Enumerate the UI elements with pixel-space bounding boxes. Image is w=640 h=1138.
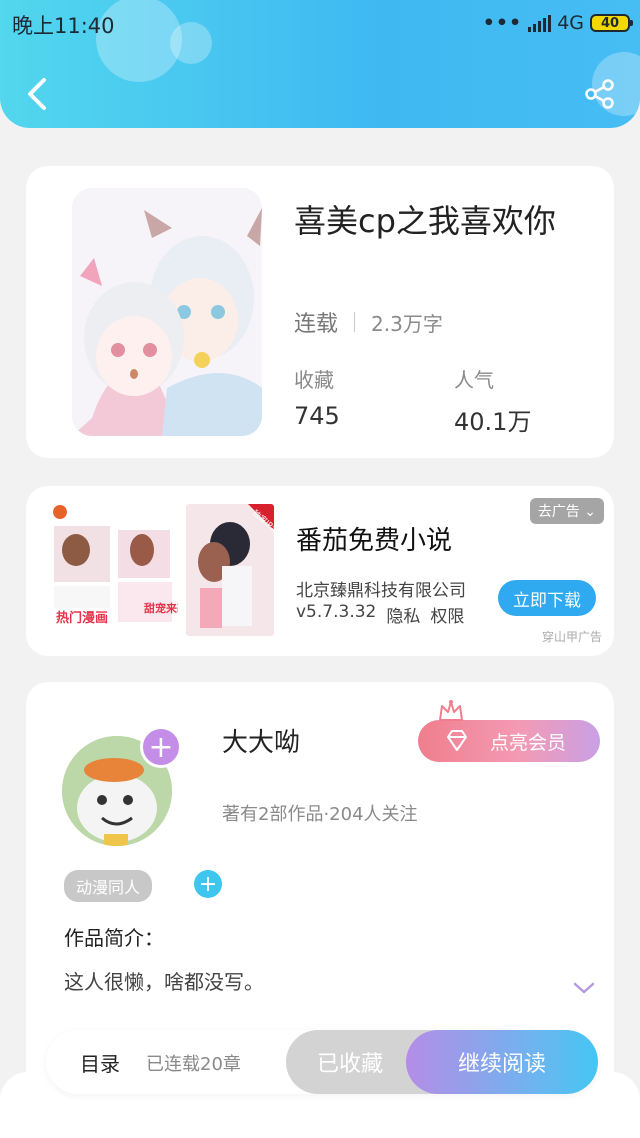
ad-meta: v5.7.3.32 隐私 权限 bbox=[296, 602, 464, 627]
intro-text: 这人很懒，啥都没写。 bbox=[64, 970, 264, 994]
word-count: 2.3万字 bbox=[371, 311, 443, 336]
battery-icon: 40 bbox=[590, 14, 633, 32]
remove-ad-label: 去广告 bbox=[537, 504, 580, 520]
popularity-label: 人气 bbox=[454, 368, 494, 392]
chevron-down-icon: ⌄ bbox=[584, 504, 596, 520]
add-tag-icon[interactable]: + bbox=[194, 870, 222, 898]
ad-permissions-link[interactable]: 权限 bbox=[430, 602, 464, 627]
ad-thumbnail-romance[interactable]: 独家IP漫画 bbox=[186, 504, 274, 636]
popularity-value: 40.1万 bbox=[454, 408, 532, 436]
author-name: 大大呦 bbox=[222, 728, 301, 758]
activate-vip-button[interactable]: 点亮会员 bbox=[418, 700, 600, 762]
favorites-value: 745 bbox=[294, 402, 340, 430]
vip-label: 点亮会员 bbox=[490, 731, 567, 754]
ad-source-label: 穿山甲广告 bbox=[541, 630, 602, 644]
book-cover-image[interactable] bbox=[72, 188, 262, 436]
continue-reading-button[interactable]: 继续阅读 bbox=[406, 1030, 598, 1094]
network-type: 4G bbox=[557, 12, 584, 34]
ad-version: v5.7.3.32 bbox=[296, 602, 377, 622]
share-icon[interactable] bbox=[584, 78, 616, 110]
book-title: 喜美cp之我喜欢你 bbox=[294, 202, 556, 240]
collected-label: 已收藏 bbox=[316, 1052, 383, 1077]
ad-title: 番茄免费小说 bbox=[296, 526, 453, 556]
bottom-action-bar: 目录 已连载20章 已收藏 继续阅读 bbox=[46, 1030, 598, 1094]
download-now-button[interactable]: 立即下载 bbox=[498, 580, 596, 616]
divider bbox=[354, 312, 356, 332]
book-status-line: 连载 2.3万字 bbox=[294, 306, 443, 338]
crown-icon bbox=[439, 700, 463, 721]
signal-icon bbox=[528, 14, 552, 32]
remove-ad-button[interactable]: 去广告 ⌄ bbox=[529, 498, 604, 524]
intro-label: 作品简介： bbox=[64, 926, 164, 950]
more-dots-icon: ••• bbox=[482, 12, 523, 34]
back-icon[interactable] bbox=[22, 76, 52, 112]
favorites-label: 收藏 bbox=[294, 368, 334, 392]
ad-thumbnail-comic[interactable]: 热门漫画 甜宠来袭 bbox=[46, 504, 178, 636]
follow-plus-icon[interactable]: + bbox=[140, 726, 182, 768]
battery-level: 40 bbox=[600, 15, 620, 31]
book-info-card: 喜美cp之我喜欢你 连载 2.3万字 收藏 745 人气 40.1万 bbox=[26, 166, 614, 458]
ad-thumb-caption-2: 甜宠来袭 bbox=[144, 601, 178, 615]
author-meta: 著有2部作品·204人关注 bbox=[222, 804, 418, 825]
status-bar: 晚上11:40 ••• 4G 40 bbox=[0, 0, 640, 48]
serial-status: 连载 bbox=[294, 312, 339, 337]
genre-tag[interactable]: 动漫同人 bbox=[64, 870, 153, 902]
ad-privacy-link[interactable]: 隐私 bbox=[386, 602, 420, 627]
diamond-icon bbox=[447, 730, 467, 751]
header: 晚上11:40 ••• 4G 40 bbox=[0, 0, 640, 128]
ad-company: 北京臻鼎科技有限公司 bbox=[296, 581, 466, 601]
status-time: 晚上11:40 bbox=[12, 14, 115, 38]
status-indicators: ••• 4G 40 bbox=[482, 12, 633, 34]
ad-card[interactable]: 热门漫画 甜宠来袭 独家IP漫画 去广告 ⌄ 番茄免费小说 北京臻鼎科技有限公司… bbox=[26, 486, 614, 656]
chevron-down-icon[interactable] bbox=[572, 980, 596, 996]
chapter-count: 已连载20章 bbox=[146, 1054, 241, 1075]
ad-thumb-caption: 热门漫画 bbox=[56, 610, 108, 626]
toc-button[interactable]: 目录 bbox=[80, 1048, 120, 1077]
